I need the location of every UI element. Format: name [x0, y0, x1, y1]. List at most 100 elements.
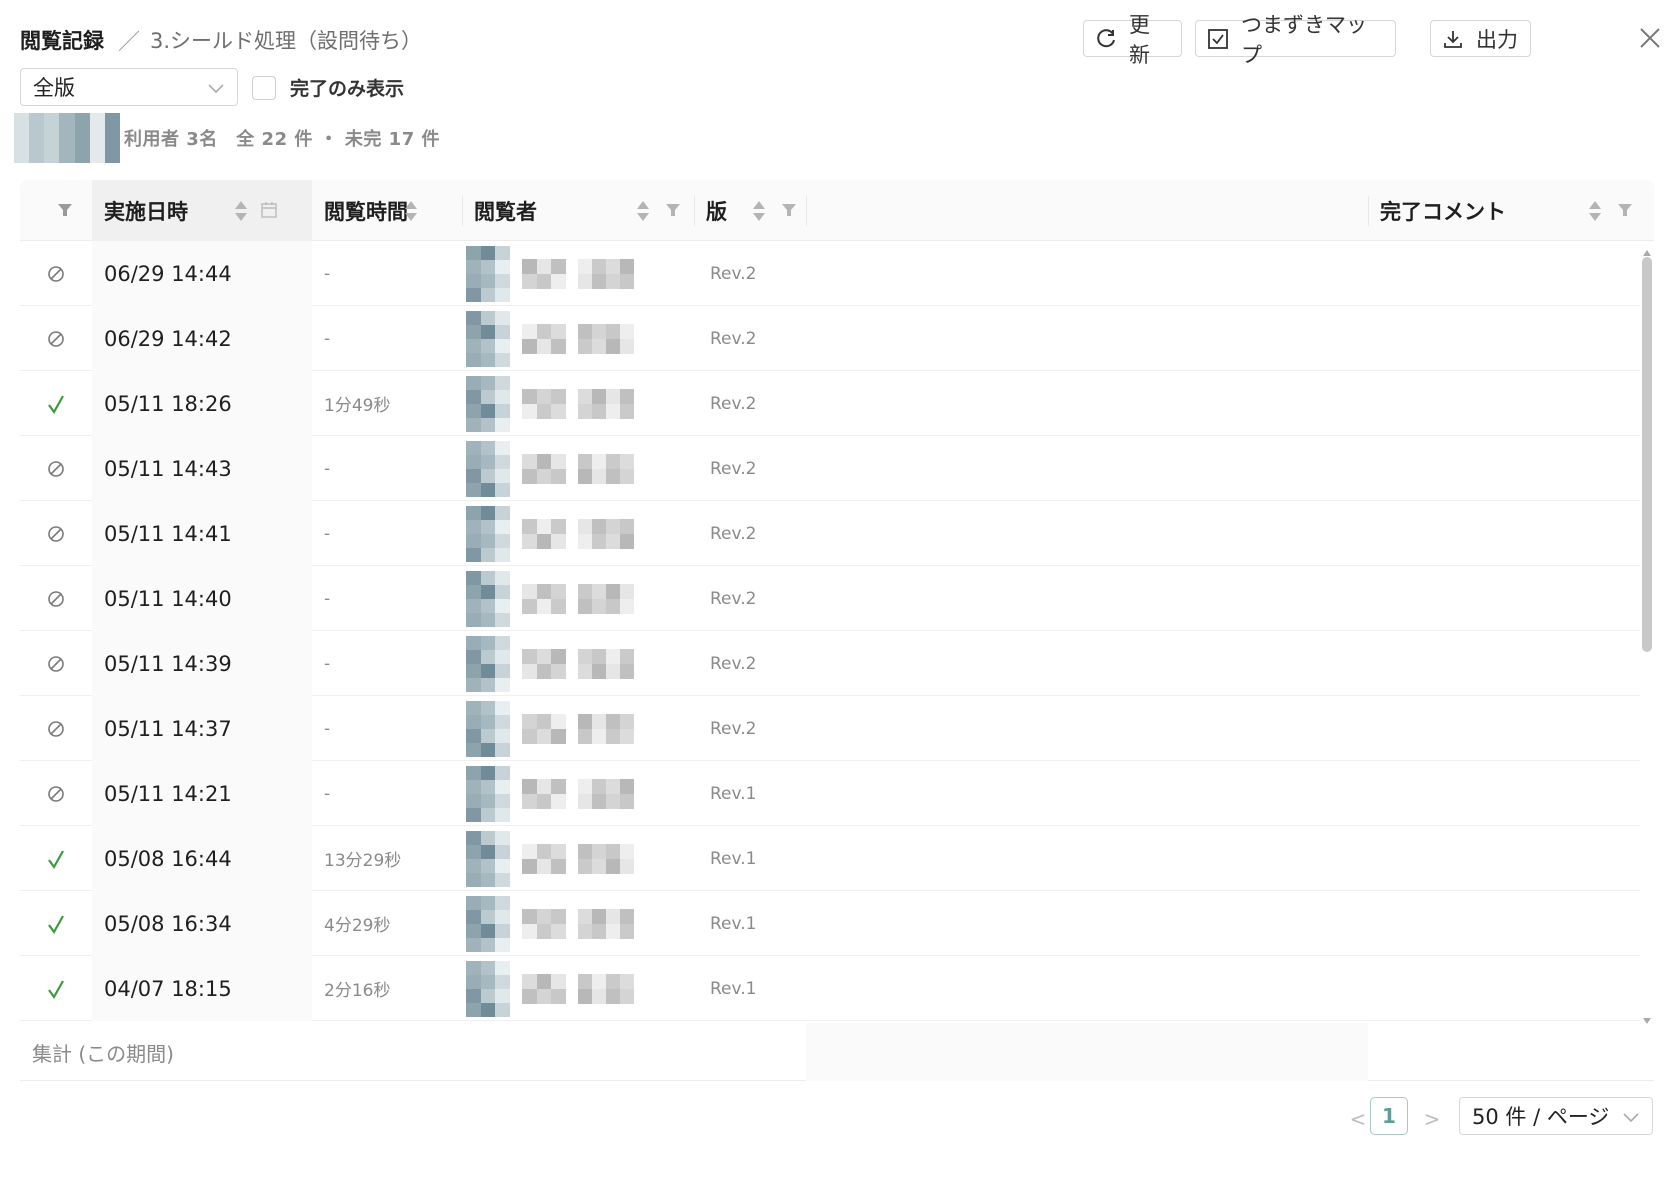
date-cell: 06/29 14:44: [92, 241, 312, 306]
page-1-button[interactable]: 1: [1370, 1097, 1408, 1135]
table-row[interactable]: 05/11 14:39- Rev.2: [20, 631, 1640, 696]
page-size-select[interactable]: 50 件 / ページ: [1459, 1097, 1653, 1135]
redacted-user: [466, 895, 634, 952]
redacted-user: [466, 570, 634, 627]
table-row[interactable]: 05/11 18:26 1分49秒 Rev.2: [20, 371, 1640, 436]
column-label-comment: 完了コメント: [1380, 199, 1506, 224]
table-row[interactable]: 05/11 14:21- Rev.1: [20, 761, 1640, 826]
stumble-map-button[interactable]: つまずきマップ: [1195, 13, 1396, 67]
status-filter-icon[interactable]: [56, 201, 74, 219]
prev-page-button[interactable]: <: [1348, 1104, 1368, 1134]
redacted-name: [578, 648, 634, 679]
redacted-name: [578, 843, 634, 874]
stumble-map-button-label: つまずきマップ: [1241, 12, 1367, 67]
not-completed-icon: [20, 436, 92, 501]
duration-cell: -: [324, 458, 331, 479]
redacted-name: [578, 453, 634, 484]
scrollbar-thumb[interactable]: [1642, 257, 1652, 652]
redacted-name: [578, 258, 634, 289]
date-cell: 05/11 14:37: [92, 696, 312, 761]
calendar-icon[interactable]: [260, 201, 278, 219]
redacted-user: [466, 700, 634, 757]
table-row[interactable]: 04/07 18:15 2分16秒 Rev.1: [20, 956, 1640, 1021]
duration-cell: -: [324, 653, 331, 674]
not-completed-icon: [20, 306, 92, 371]
redacted-name: [578, 973, 634, 1004]
version-cell: Rev.1: [710, 848, 757, 869]
redacted-user: [466, 375, 634, 432]
breadcrumb: 閲覧記録 ／ 3.シールド処理（設問待ち）: [20, 22, 422, 58]
viewer-cell: [462, 306, 682, 371]
avatar: [466, 570, 510, 627]
redacted-name: [578, 713, 634, 744]
not-completed-icon: [20, 631, 92, 696]
avatar: [466, 700, 510, 757]
table-row[interactable]: 05/08 16:44 13分29秒 Rev.1: [20, 826, 1640, 891]
avatar: [466, 505, 510, 562]
avatar: [466, 245, 510, 302]
viewer-cell: [462, 371, 682, 436]
not-completed-icon: [20, 761, 92, 826]
sort-icon[interactable]: [752, 198, 766, 224]
redacted-name: [522, 583, 566, 614]
duration-cell: -: [324, 328, 331, 349]
viewer-filter-icon[interactable]: [664, 201, 682, 219]
checkmark-icon: [20, 956, 92, 1021]
date-cell: 04/07 18:15: [92, 956, 312, 1021]
viewer-cell: [462, 241, 682, 306]
checkmark-icon: [20, 371, 92, 436]
scroll-up-icon[interactable]: [1642, 243, 1652, 256]
table-row[interactable]: 05/11 14:40- Rev.2: [20, 566, 1640, 631]
vertical-scrollbar[interactable]: [1640, 241, 1654, 1024]
viewer-cell: [462, 501, 682, 566]
column-label-version: 版: [706, 199, 727, 224]
redacted-name: [578, 388, 634, 419]
duration-cell: -: [324, 523, 331, 544]
sort-icon[interactable]: [404, 198, 418, 224]
redacted-name: [522, 843, 566, 874]
duration-cell: -: [324, 263, 331, 284]
viewer-cell: [462, 891, 682, 956]
scroll-down-icon[interactable]: [1642, 1011, 1652, 1024]
column-header-date[interactable]: 実施日時: [92, 180, 312, 241]
viewer-cell: [462, 826, 682, 891]
version-cell: Rev.2: [710, 653, 757, 674]
summary-label: 集計 (この期間): [32, 1041, 174, 1066]
summary-row: 利用者 3名 全 22 件 ・ 未完 17 件: [14, 113, 440, 163]
redacted-user: [466, 635, 634, 692]
table-row[interactable]: 05/08 16:34 4分29秒 Rev.1: [20, 891, 1640, 956]
table-row[interactable]: 06/29 14:42- Rev.2: [20, 306, 1640, 371]
completed-only-toggle[interactable]: 完了のみ表示: [252, 74, 404, 101]
avatar: [466, 440, 510, 497]
column-header-comment[interactable]: 完了コメント: [1368, 180, 1568, 241]
refresh-button[interactable]: 更新: [1083, 13, 1182, 67]
version-select[interactable]: 全版: [20, 68, 238, 106]
sort-icon[interactable]: [1588, 198, 1602, 224]
redacted-name: [522, 778, 566, 809]
duration-cell: 2分16秒: [324, 981, 391, 1001]
next-page-button[interactable]: >: [1422, 1104, 1442, 1134]
refresh-button-label: 更新: [1129, 12, 1150, 67]
date-cell: 05/11 14:40: [92, 566, 312, 631]
version-cell: Rev.1: [710, 978, 757, 999]
export-button[interactable]: 出力: [1430, 20, 1531, 57]
redacted-name: [522, 388, 566, 419]
table-row[interactable]: 06/29 14:44- Rev.2: [20, 241, 1640, 306]
close-icon[interactable]: [1636, 24, 1664, 52]
column-header-duration[interactable]: 閲覧時間: [312, 180, 462, 241]
table-row[interactable]: 05/11 14:43- Rev.2: [20, 436, 1640, 501]
breadcrumb-separator: ／: [118, 30, 141, 55]
completed-only-checkbox[interactable]: [252, 75, 276, 100]
version-filter-icon[interactable]: [780, 201, 798, 219]
duration-cell: -: [324, 783, 331, 804]
redacted-user: [466, 830, 634, 887]
sort-icon[interactable]: [234, 198, 248, 224]
version-cell: Rev.2: [710, 458, 757, 479]
table-row[interactable]: 05/11 14:41- Rev.2: [20, 501, 1640, 566]
not-completed-icon: [20, 241, 92, 306]
comment-filter-icon[interactable]: [1616, 201, 1634, 219]
date-cell: 05/11 14:41: [92, 501, 312, 566]
sort-icon[interactable]: [636, 198, 650, 224]
table-row[interactable]: 05/11 14:37- Rev.2: [20, 696, 1640, 761]
avatar: [466, 960, 510, 1017]
